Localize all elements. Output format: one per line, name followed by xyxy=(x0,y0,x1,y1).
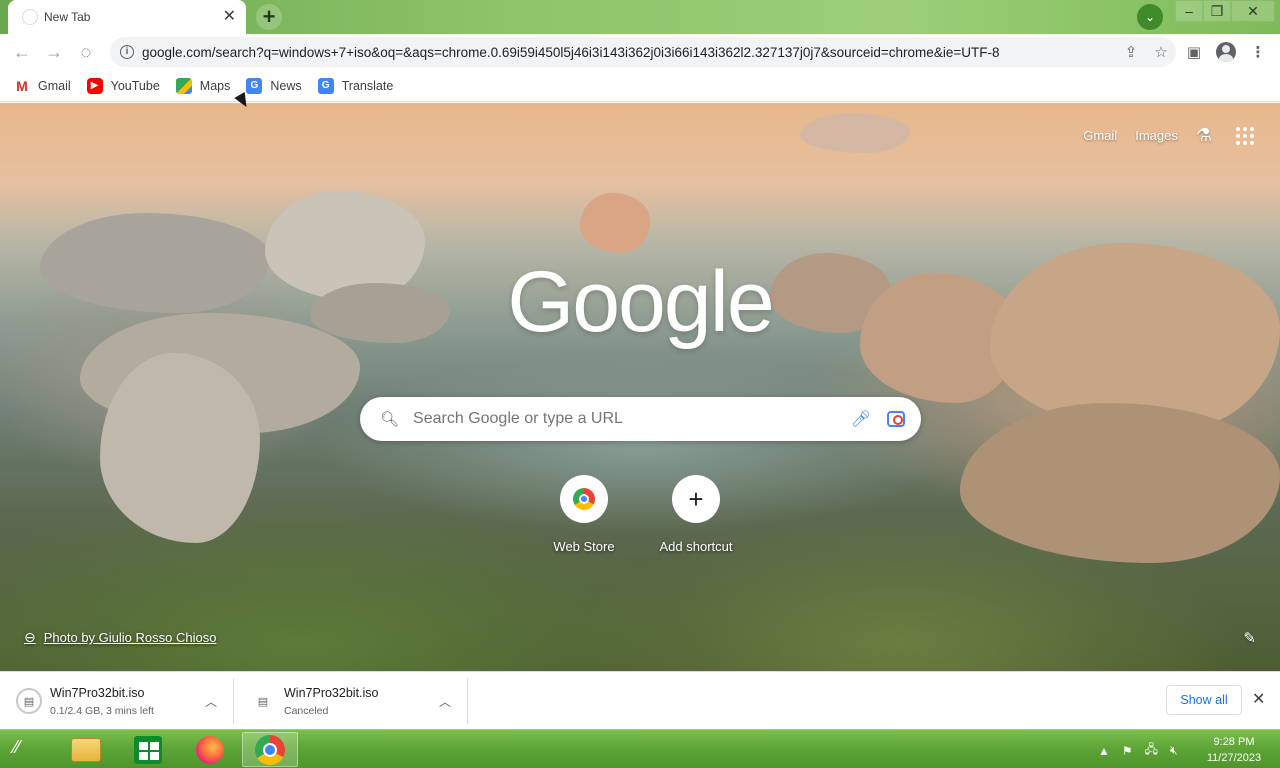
google-logo: Google xyxy=(507,254,774,350)
news-icon: G xyxy=(246,77,263,94)
maximize-button[interactable]: ❐ xyxy=(1203,0,1231,22)
shortcut-tile: + xyxy=(672,475,720,523)
new-tab-favicon-icon xyxy=(22,9,38,25)
profile-avatar-icon xyxy=(1216,42,1236,62)
start-button-icon[interactable]: ⁄⁄ xyxy=(14,737,40,763)
show-all-button[interactable]: Show all xyxy=(1166,685,1242,715)
bookmark-translate[interactable]: G Translate xyxy=(317,77,394,94)
loading-spinner-icon[interactable]: ◌ xyxy=(72,38,100,66)
bookmark-maps[interactable]: Maps xyxy=(175,77,231,94)
firefox-icon xyxy=(196,735,224,764)
download-item[interactable]: ▤ Win7Pro32bit.iso Canceled ︿ xyxy=(236,678,468,724)
bookmark-star-icon[interactable]: ☆ xyxy=(1146,43,1176,61)
shortcut-label: Add shortcut xyxy=(659,539,733,554)
translate-icon: G xyxy=(317,77,334,94)
search-icon: 🔍︎ xyxy=(380,411,400,428)
gmail-icon: M xyxy=(16,77,28,94)
download-item[interactable]: ▤ Win7Pro32bit.iso 0.1/2.4 GB, 3 mins le… xyxy=(2,678,234,724)
bookmark-news[interactable]: G News xyxy=(246,77,302,94)
new-tab-page-background: Gmail Images ⚗ Google 🔍︎ 🎤︎ Web Store + … xyxy=(0,103,1280,671)
download-bar: ▤ Win7Pro32bit.iso 0.1/2.4 GB, 3 mins le… xyxy=(0,671,1280,729)
tab-search-button[interactable]: ⌄ xyxy=(1137,4,1163,30)
volume-muted-icon[interactable]: 🔇︎ xyxy=(1170,743,1178,758)
show-hidden-icons-icon[interactable]: ▲ xyxy=(1098,744,1110,758)
close-window-button[interactable]: ✕ xyxy=(1231,0,1275,22)
tab-title: New Tab xyxy=(44,10,91,24)
network-icon[interactable]: 🖧︎ xyxy=(1145,740,1158,761)
minimize-button[interactable]: – xyxy=(1175,0,1203,22)
taskbar-store[interactable] xyxy=(120,732,176,767)
youtube-icon: ▶ xyxy=(86,77,103,94)
customize-pencil-icon[interactable]: ✎ xyxy=(1243,629,1256,647)
chevron-up-icon[interactable]: ︿ xyxy=(433,693,457,710)
bookmark-label: Gmail xyxy=(38,78,71,93)
plus-icon: + xyxy=(688,483,704,514)
ntp-gmail-link[interactable]: Gmail xyxy=(1083,128,1117,143)
forward-arrow-icon[interactable]: → xyxy=(40,38,68,66)
search-input[interactable] xyxy=(413,410,851,428)
bookmark-label: Translate xyxy=(341,78,394,93)
download-filename: Win7Pro32bit.iso xyxy=(50,685,145,700)
background-rock xyxy=(800,113,910,153)
download-progress-icon: ▤ xyxy=(16,688,42,714)
taskbar-file-explorer[interactable] xyxy=(58,732,114,767)
folder-icon xyxy=(71,737,101,762)
download-status: 0.1/2.4 GB, 3 mins left xyxy=(50,704,154,717)
tab-strip: New Tab ✕ + ⌄ – ❐ ✕ xyxy=(0,0,1280,34)
ntp-search-box[interactable]: 🔍︎ 🎤︎ xyxy=(360,397,921,441)
background-rock xyxy=(960,403,1280,563)
address-bar[interactable]: i google.com/search?q=windows+7+iso&oq=&… xyxy=(110,37,1176,67)
close-icon[interactable]: ✕ xyxy=(1252,689,1265,709)
shortcut-label: Web Store xyxy=(553,539,615,554)
photo-attribution-link[interactable]: ⊖ Photo by Giulio Rosso Chioso xyxy=(24,629,216,646)
toolbar: ← → ◌ i google.com/search?q=windows+7+is… xyxy=(0,34,1280,70)
bookmark-label: News xyxy=(270,78,302,93)
shortcut-add[interactable]: + Add shortcut xyxy=(640,475,752,554)
new-tab-button[interactable]: + xyxy=(256,4,282,30)
bookmark-label: Maps xyxy=(199,78,231,93)
labs-flask-icon[interactable]: ⚗ xyxy=(1196,125,1212,146)
ntp-images-link[interactable]: Images xyxy=(1135,128,1178,143)
shortcut-web-store[interactable]: Web Store xyxy=(528,475,640,554)
tab-close-icon[interactable]: ✕ xyxy=(223,9,236,25)
google-apps-icon[interactable] xyxy=(1236,126,1254,145)
attribution-text: Photo by Giulio Rosso Chioso xyxy=(43,630,217,645)
shortcut-tile xyxy=(560,475,608,523)
tab-new-tab[interactable]: New Tab ✕ xyxy=(8,0,246,34)
bookmark-label: YouTube xyxy=(110,78,160,93)
ntp-top-links: Gmail Images ⚗ xyxy=(1083,125,1280,146)
voice-search-icon[interactable]: 🎤︎ xyxy=(851,409,871,429)
clock[interactable]: 9:28 PM 11/27/2023 xyxy=(1200,734,1268,766)
system-tray: ▲ ⚑ 🖧︎ 🔇︎ xyxy=(1098,740,1190,761)
taskbar-chrome[interactable] xyxy=(242,732,298,767)
site-info-icon[interactable]: i xyxy=(120,45,134,59)
profile-button[interactable] xyxy=(1214,40,1238,64)
chevron-up-icon[interactable]: ︿ xyxy=(199,693,223,710)
clock-date: 11/27/2023 xyxy=(1206,752,1262,764)
share-icon[interactable]: ⇪ xyxy=(1116,43,1146,61)
clock-time: 9:28 PM xyxy=(1213,736,1255,748)
bookmarks-bar: M Gmail ▶ YouTube Maps G News G Translat… xyxy=(0,70,1280,102)
download-filename: Win7Pro32bit.iso xyxy=(284,685,379,700)
download-status: Canceled xyxy=(284,704,329,717)
taskbar-firefox[interactable] xyxy=(182,732,238,767)
store-icon xyxy=(134,735,162,764)
maps-icon xyxy=(175,77,192,94)
side-panel-icon[interactable]: ▣ xyxy=(1182,40,1206,64)
background-rock xyxy=(100,353,260,543)
file-icon: ▤ xyxy=(257,695,269,708)
chrome-icon xyxy=(255,734,285,765)
url-text[interactable]: google.com/search?q=windows+7+iso&oq=&aq… xyxy=(142,45,1116,60)
link-icon: ⊖ xyxy=(24,629,36,645)
bookmark-gmail[interactable]: M Gmail xyxy=(14,78,71,94)
taskbar: ⁄⁄ ▲ ⚑ 🖧︎ 🔇︎ 9:28 PM 11/27/2023 xyxy=(0,729,1280,768)
action-center-flag-icon[interactable]: ⚑ xyxy=(1122,744,1133,758)
background-rock xyxy=(580,193,650,253)
bookmark-youtube[interactable]: ▶ YouTube xyxy=(86,77,160,94)
web-store-icon xyxy=(573,488,595,510)
google-lens-icon[interactable] xyxy=(887,411,905,427)
chrome-menu-icon[interactable]: ⋮ xyxy=(1246,40,1270,64)
back-arrow-icon[interactable]: ← xyxy=(8,38,36,66)
